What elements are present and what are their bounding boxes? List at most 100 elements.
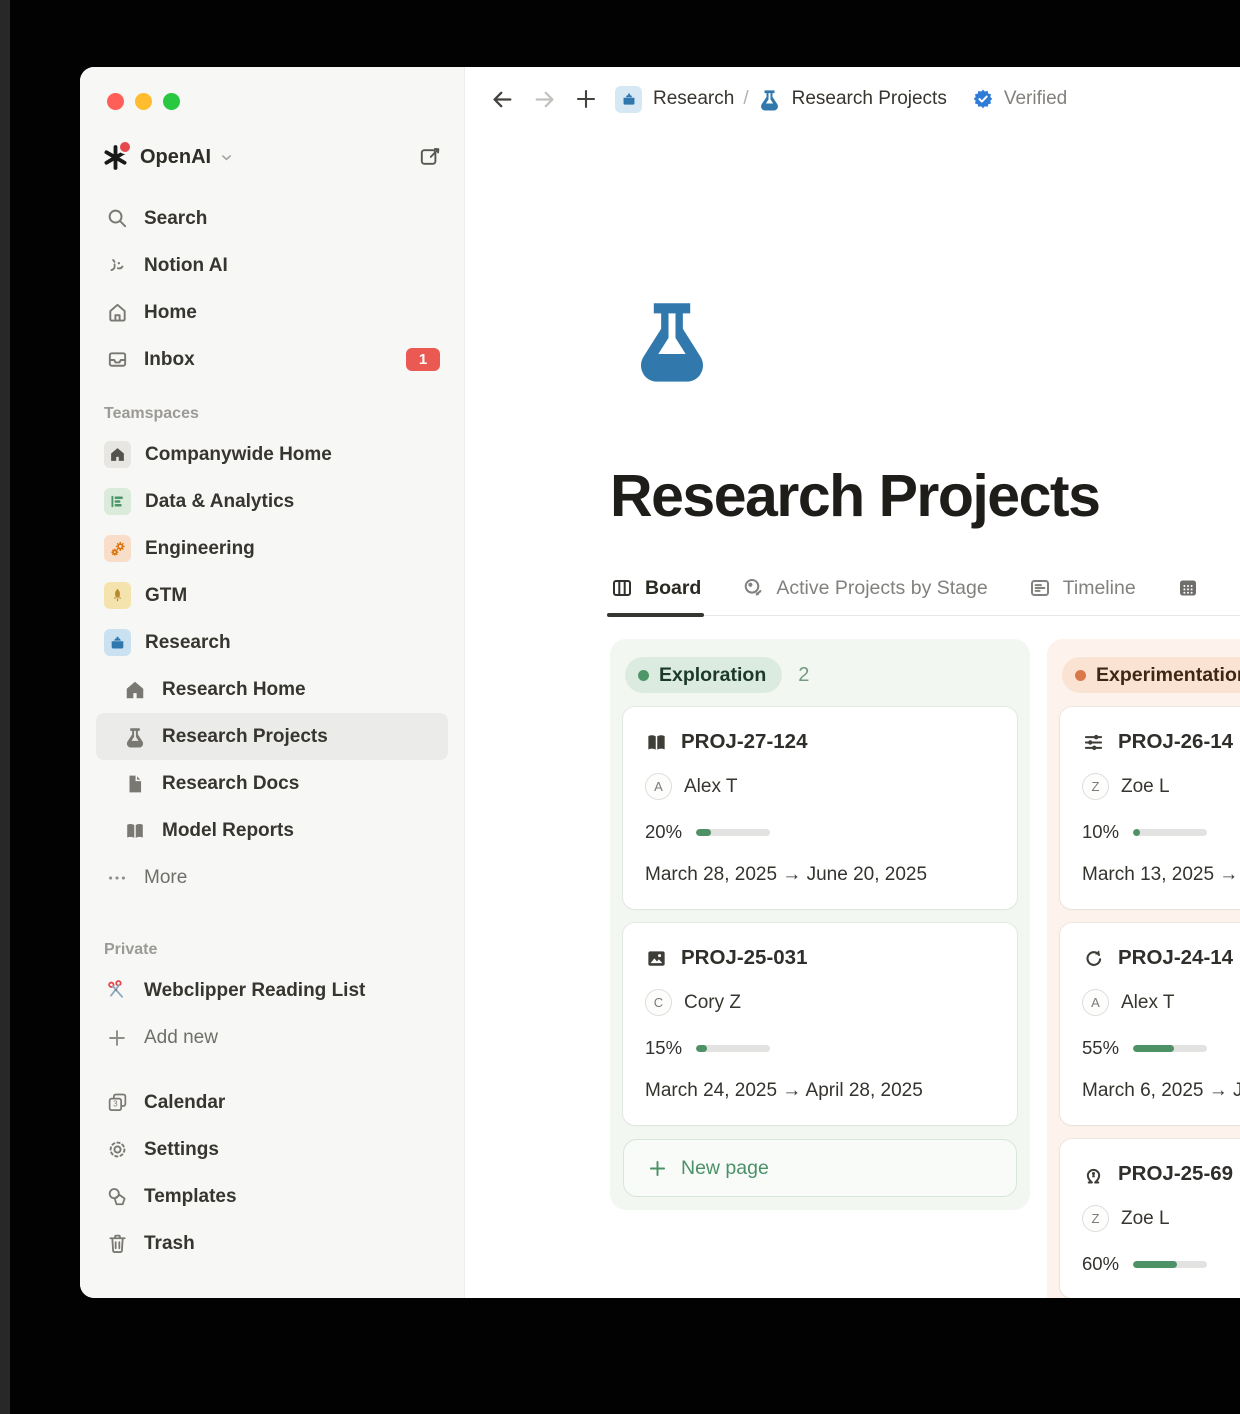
avatar: A [1082, 989, 1109, 1016]
date-range: March 28, 2025 → June 20, 2025 [645, 864, 995, 886]
openai-logo [102, 144, 129, 171]
view-tabs: Board Active Projects by Stage Timeline [610, 576, 1240, 616]
sidebar-item-templates[interactable]: Templates [96, 1173, 448, 1220]
new-page-button[interactable]: New page [623, 1139, 1017, 1197]
tab-board[interactable]: Board [610, 576, 701, 615]
toolbox-icon[interactable] [615, 86, 642, 113]
sidebar-item-engineering[interactable]: Engineering [96, 525, 448, 572]
sidebar-item-label: Calendar [144, 1092, 225, 1114]
verified-label: Verified [1004, 88, 1067, 110]
workspace-switcher[interactable]: OpenAI [102, 139, 442, 175]
progress-percent: 20% [645, 821, 682, 843]
sidebar-item-more[interactable]: More [96, 854, 448, 901]
chevron-down-icon [219, 150, 234, 165]
column-count: 2 [798, 664, 809, 687]
progress-row: 20% [645, 821, 995, 843]
project-id: PROJ-27-124 [681, 730, 807, 754]
sidebar-item-companywide-home[interactable]: Companywide Home [96, 431, 448, 478]
sidebar-item-label: Settings [144, 1139, 219, 1161]
stage-view-icon [741, 576, 765, 600]
progress-percent: 60% [1082, 1253, 1119, 1275]
compose-icon[interactable] [418, 145, 442, 169]
sidebar-item-home[interactable]: Home [96, 289, 448, 336]
assignee-row: C Cory Z [645, 989, 995, 1016]
progress-percent: 15% [645, 1037, 682, 1059]
page-title[interactable]: Research Projects [610, 462, 1240, 530]
sidebar-item-label: Templates [144, 1186, 237, 1208]
card-title-row: PROJ-26-14 [1082, 730, 1240, 754]
sidebar-item-data-analytics[interactable]: Data & Analytics [96, 478, 448, 525]
progress-percent: 55% [1082, 1037, 1119, 1059]
workspace-name: OpenAI [140, 146, 211, 169]
search-icon [104, 207, 130, 230]
sidebar-item-research-docs[interactable]: Research Docs [96, 760, 448, 807]
column-header: Exploration 2 [625, 657, 1015, 693]
sidebar-item-add-new[interactable]: Add new [96, 1014, 448, 1061]
project-card[interactable]: PROJ-25-031 C Cory Z 15% March 24, 2025 … [623, 923, 1017, 1125]
sidebar-item-research-projects[interactable]: Research Projects [96, 713, 448, 760]
status-dot-icon [1075, 670, 1086, 681]
flask-icon [122, 726, 148, 748]
date-range: March 6, 2025 → J [1082, 1080, 1240, 1102]
progress-bar [1133, 1261, 1207, 1268]
breadcrumb-root[interactable]: Research [653, 88, 734, 110]
progress-row: 60% [1082, 1253, 1240, 1275]
sidebar-item-label: Notion AI [144, 255, 228, 277]
gear-icon [104, 1138, 130, 1161]
status-dot-icon [638, 670, 649, 681]
notification-dot [118, 140, 132, 154]
sliders-icon [1082, 731, 1105, 754]
plus-icon [104, 1027, 130, 1049]
project-card[interactable]: PROJ-26-14 Z Zoe L 10% March 13, 2025 → [1060, 707, 1240, 909]
assignee-name: Alex T [1121, 992, 1175, 1014]
scissors-icon [104, 979, 130, 1002]
open-book-icon [645, 731, 668, 754]
assignee-row: Z Zoe L [1082, 773, 1240, 800]
plus-icon [647, 1158, 668, 1179]
assignee-name: Zoe L [1121, 1208, 1170, 1230]
sidebar-item-research-home[interactable]: Research Home [96, 666, 448, 713]
sidebar-item-inbox[interactable]: Inbox 1 [96, 336, 448, 383]
image-icon [645, 947, 668, 970]
column-name: Exploration [659, 664, 766, 687]
breadcrumb-current[interactable]: Research Projects [792, 88, 947, 110]
sidebar-item-notion-ai[interactable]: Notion AI [96, 242, 448, 289]
tab-calendar-view[interactable] [1176, 576, 1211, 615]
sidebar-item-model-reports[interactable]: Model Reports [96, 807, 448, 854]
zoom-window-button[interactable] [163, 93, 180, 110]
sidebar-item-settings[interactable]: Settings [96, 1126, 448, 1173]
sidebar-item-label: More [144, 867, 187, 889]
page-flask-icon[interactable] [630, 294, 714, 386]
timeline-view-icon [1028, 576, 1052, 600]
close-window-button[interactable] [107, 93, 124, 110]
sidebar-item-webclipper[interactable]: Webclipper Reading List [96, 967, 448, 1014]
sidebar-item-search[interactable]: Search [96, 195, 448, 242]
tab-timeline[interactable]: Timeline [1028, 576, 1136, 615]
inbox-unread-badge: 1 [406, 348, 440, 371]
project-card[interactable]: PROJ-24-14 A Alex T 55% March 6, 2025 → … [1060, 923, 1240, 1125]
kanban-board: Exploration 2 PROJ-27-124 A [610, 639, 1240, 1298]
project-card[interactable]: PROJ-27-124 A Alex T 20% March 28, 2025 … [623, 707, 1017, 909]
status-pill[interactable]: Exploration [625, 657, 782, 693]
rocket-icon [104, 582, 131, 609]
sidebar-item-label: Home [144, 302, 197, 324]
status-pill[interactable]: Experimentation [1062, 657, 1240, 693]
sidebar-item-calendar[interactable]: 3 Calendar [96, 1079, 448, 1126]
sidebar-item-gtm[interactable]: GTM [96, 572, 448, 619]
house-icon [122, 679, 148, 701]
tab-active-projects-by-stage[interactable]: Active Projects by Stage [741, 576, 987, 615]
minimize-window-button[interactable] [135, 93, 152, 110]
sidebar-item-trash[interactable]: Trash [96, 1220, 448, 1267]
main-content: Research / Research Projects Verified Re… [465, 67, 1240, 1298]
project-id: PROJ-26-14 [1118, 730, 1233, 754]
sidebar: OpenAI Search Notion AI Home [80, 67, 465, 1298]
back-arrow-icon[interactable] [490, 87, 515, 112]
project-card[interactable]: PROJ-25-69 Z Zoe L 60% [1060, 1139, 1240, 1298]
new-page-icon[interactable] [574, 87, 598, 111]
window-controls [107, 93, 448, 111]
card-title-row: PROJ-27-124 [645, 730, 995, 754]
sidebar-item-research[interactable]: Research [96, 619, 448, 666]
forward-arrow-icon[interactable] [532, 87, 557, 112]
avatar: Z [1082, 1205, 1109, 1232]
sidebar-item-label: Trash [144, 1233, 195, 1255]
